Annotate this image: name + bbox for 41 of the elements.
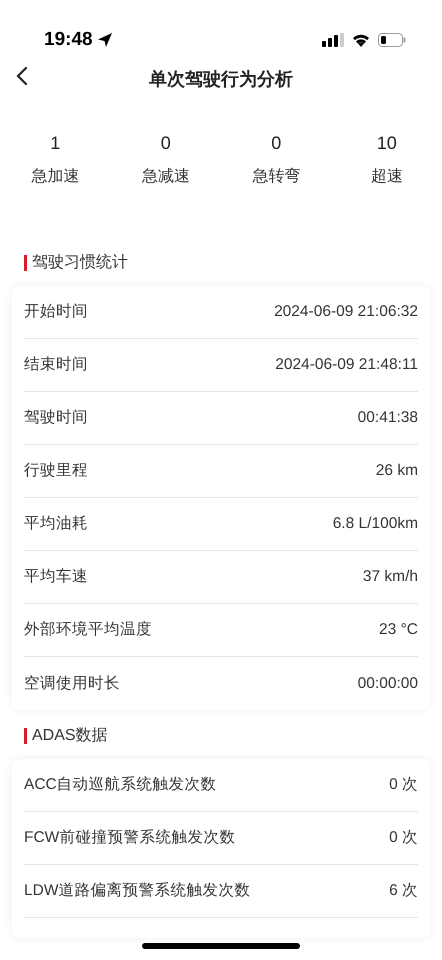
stat-label: 急转弯 [251, 166, 302, 187]
stat-value: 0 [160, 132, 172, 155]
back-chevron-icon [16, 66, 28, 86]
row-label: 开始时间 [24, 302, 88, 322]
signal-icon [322, 33, 344, 47]
row-label: 行驶里程 [24, 461, 88, 482]
row-value: 26 km [376, 461, 418, 482]
wifi-icon [352, 33, 370, 47]
row-label: LDW道路偏离预警系统触发次数 [24, 881, 250, 902]
row-label: FCW前碰撞预警系统触发次数 [24, 828, 236, 848]
row-value: 6.8 L/100km [332, 514, 418, 534]
row-value: 6 次 [389, 881, 418, 902]
location-arrow-icon [96, 32, 113, 48]
row-label: 外部环境平均温度 [24, 620, 152, 640]
stat-label: 超速 [370, 166, 404, 187]
section-title: 驾驶习惯统计 [32, 252, 128, 273]
row-label: 驾驶时间 [24, 408, 88, 428]
battery-icon [378, 33, 406, 47]
stat-label: 急减速 [140, 166, 191, 187]
stat-value: 10 [376, 132, 398, 155]
row-value: 2024-06-09 21:06:32 [274, 302, 418, 322]
stat-label: 急加速 [30, 166, 80, 187]
row-value: 00:41:38 [358, 408, 418, 428]
row-label: 结束时间 [24, 355, 88, 376]
row-value: 37 km/h [362, 567, 418, 588]
row-label: 平均油耗 [24, 514, 88, 534]
accent-bar [24, 255, 27, 271]
section-title: ADAS数据 [32, 726, 108, 746]
row-label: 平均车速 [24, 567, 88, 588]
row-value: 00:00:00 [358, 674, 418, 694]
page-title: 单次驾驶行为分析 [149, 68, 293, 90]
stat-value: 0 [270, 132, 282, 155]
status-time: 19:48 [44, 28, 93, 52]
row-label: 空调使用时长 [24, 674, 120, 694]
row-value: 2024-06-09 21:48:11 [275, 355, 418, 376]
stat-value: 1 [49, 132, 62, 155]
row-label: ACC自动巡航系统触发次数 [24, 775, 217, 796]
row-value: 0 次 [389, 775, 418, 796]
row-value: 0 次 [389, 828, 418, 848]
accent-bar [24, 728, 27, 744]
row-value: 23 °C [379, 620, 418, 640]
